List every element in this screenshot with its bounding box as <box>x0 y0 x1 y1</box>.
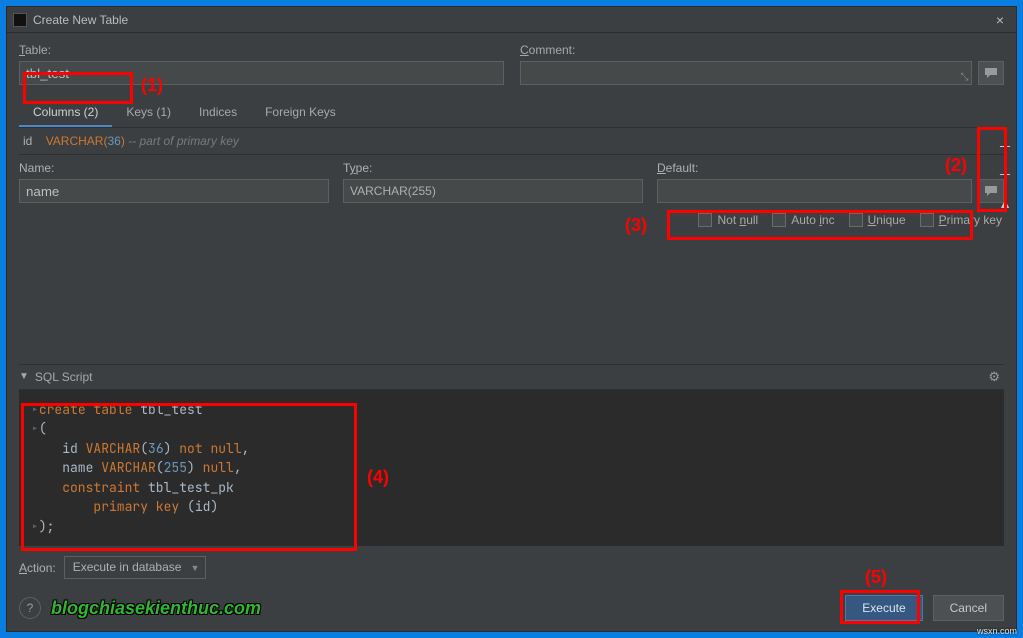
gear-icon[interactable]: ⚙ <box>988 369 1004 385</box>
action-dropdown[interactable]: Execute in database ▼ <box>64 556 207 579</box>
check-unique[interactable]: Unique <box>849 213 906 227</box>
tab-keys[interactable]: Keys (1) <box>112 99 185 127</box>
column-type-input[interactable]: VARCHAR(255) <box>343 179 643 203</box>
column-name-input[interactable] <box>19 179 329 203</box>
chevron-down-icon: ▼ <box>191 563 200 573</box>
name-label: Name: <box>19 161 329 175</box>
top-fields-row: Table: Comment: ⤢ <box>19 43 1004 85</box>
side-tools: ＋ － ▲ <box>994 133 1016 217</box>
tab-columns[interactable]: Columns (2) <box>19 99 112 127</box>
app-icon <box>13 13 27 27</box>
sql-script-header[interactable]: ▼ SQL Script ⚙ <box>19 364 1004 390</box>
field-edit-row: Name: Type: VARCHAR(255) Default: <box>19 161 1004 203</box>
dialog-window: Create New Table × Table: Comment: ⤢ <box>6 6 1017 632</box>
action-row: Action: Execute in database ▼ <box>19 556 1004 579</box>
corner-watermark: wsxn.com <box>977 626 1017 636</box>
move-up-button[interactable]: ▲ <box>994 189 1016 217</box>
watermark: blogchiasekienthuc.com <box>51 598 261 619</box>
column-summary-type-kw: VARCHAR( <box>46 134 108 148</box>
sql-script-label: SQL Script <box>35 370 93 384</box>
type-label: Type: <box>343 161 643 175</box>
tab-foreign-keys[interactable]: Foreign Keys <box>251 99 350 127</box>
action-label: Action: <box>19 561 56 575</box>
tab-indices[interactable]: Indices <box>185 99 251 127</box>
close-icon[interactable]: × <box>990 12 1010 28</box>
spacer <box>19 227 1004 364</box>
checkbox-row: Not null Auto inc Unique Primary key <box>19 213 1004 227</box>
tabs: Columns (2) Keys (1) Indices Foreign Key… <box>19 99 1004 128</box>
comment-field-group: Comment: ⤢ <box>520 43 1004 85</box>
default-label: Default: <box>657 161 1004 175</box>
comment-side-button[interactable] <box>978 61 1004 85</box>
cancel-button[interactable]: Cancel <box>933 595 1004 621</box>
column-summary-type-num: 36 <box>107 134 120 148</box>
footer: ? blogchiasekienthuc.com Execute Cancel <box>19 591 1004 623</box>
sql-editor[interactable]: ▸create table tbl_test ▸( id VARCHAR(36)… <box>19 390 1004 547</box>
add-column-button[interactable]: ＋ <box>994 133 1016 161</box>
table-label: Table: <box>19 43 504 57</box>
column-summary-name: id <box>23 134 32 148</box>
column-summary[interactable]: id VARCHAR(36) -- part of primary key <box>19 128 1004 155</box>
remove-column-button[interactable]: － <box>994 161 1016 189</box>
check-primary-key[interactable]: Primary key <box>920 213 1002 227</box>
collapse-icon[interactable]: ▼ <box>19 371 29 382</box>
comment-input[interactable]: ⤢ <box>520 61 972 85</box>
table-name-input[interactable] <box>19 61 504 85</box>
titlebar: Create New Table × <box>7 7 1016 33</box>
window-title: Create New Table <box>33 13 128 27</box>
column-summary-type-close: ) <box>121 134 125 148</box>
execute-button[interactable]: Execute <box>845 595 922 621</box>
help-button[interactable]: ? <box>19 597 41 619</box>
check-auto-inc[interactable]: Auto inc <box>772 213 834 227</box>
table-field-group: Table: <box>19 43 504 85</box>
column-summary-comment: -- part of primary key <box>128 134 239 148</box>
column-default-input[interactable] <box>657 179 972 203</box>
expand-icon[interactable]: ⤢ <box>959 73 970 81</box>
comment-label: Comment: <box>520 43 1004 57</box>
dialog-content: Table: Comment: ⤢ Columns (2) Keys (1) I… <box>7 33 1016 631</box>
check-not-null[interactable]: Not null <box>698 213 758 227</box>
